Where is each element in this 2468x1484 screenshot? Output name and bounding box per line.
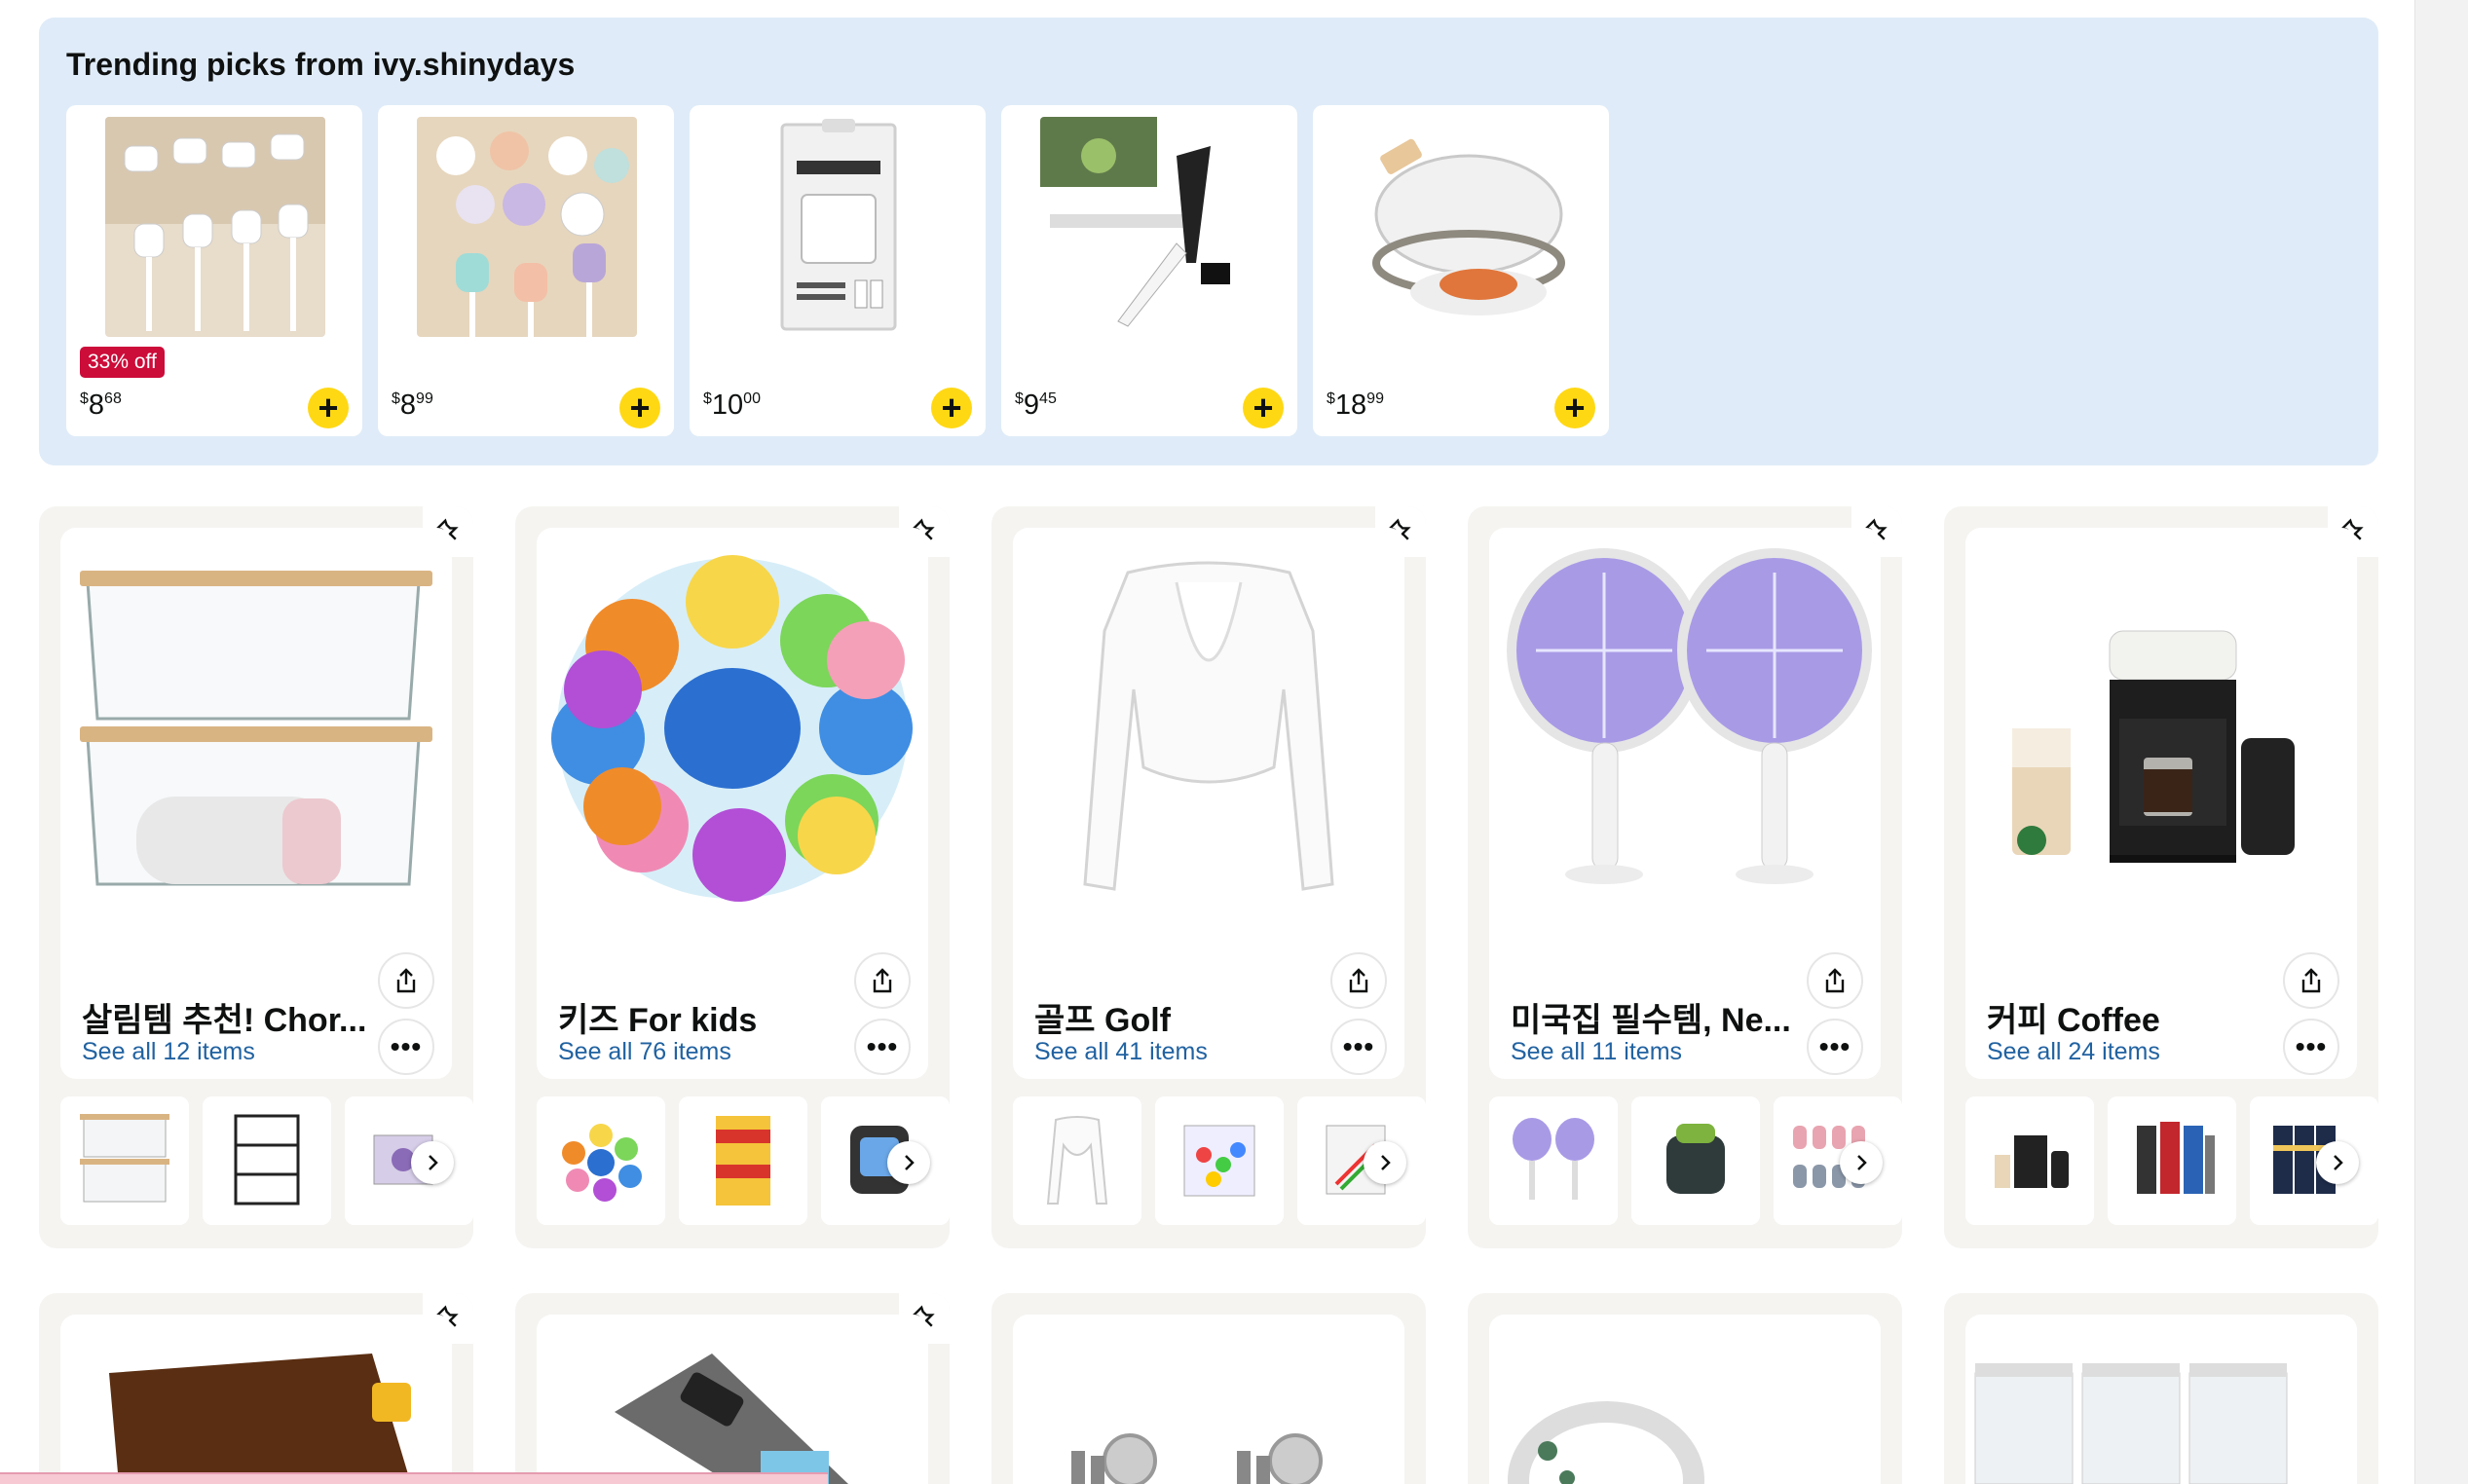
list-card[interactable]: 살림템 추천! Chor... See all 12 items ••• <box>39 506 473 1248</box>
see-all-link[interactable]: See all 11 items <box>1511 1038 1682 1066</box>
list-card[interactable]: 미국집 필수템, Ne... See all 11 items ••• <box>1468 506 1902 1248</box>
list-cover[interactable]: 골프 Golf See all 41 items ••• <box>1013 528 1404 1079</box>
price: $1899 <box>1327 390 1384 421</box>
bottom-banner-edge <box>0 1472 828 1484</box>
list-cover[interactable] <box>60 1315 452 1484</box>
discount-badge: 33% off <box>80 347 165 378</box>
see-all-link[interactable]: See all 41 items <box>1034 1038 1208 1066</box>
list-item-thumb[interactable] <box>1965 1096 2094 1225</box>
more-options-button[interactable]: ••• <box>1330 1019 1387 1075</box>
pastel-cable-clips-image <box>417 117 637 337</box>
trending-card[interactable]: 33% off $868 + <box>66 105 362 436</box>
share-icon[interactable] <box>2283 952 2339 1009</box>
list-item-thumb[interactable] <box>1631 1096 1760 1225</box>
chevron-right-icon[interactable] <box>2316 1141 2359 1184</box>
list-card[interactable] <box>1468 1293 1902 1484</box>
list-title[interactable]: 커피 Coffee <box>1987 993 2279 1041</box>
stanley-boot-set-image <box>729 117 949 337</box>
chevron-right-icon[interactable] <box>411 1141 454 1184</box>
list-cover[interactable]: 커피 Coffee See all 24 items ••• <box>1965 528 2357 1079</box>
list-item-thumb[interactable] <box>821 1096 950 1225</box>
trending-card[interactable]: $899 + <box>378 105 674 436</box>
chevron-right-icon[interactable] <box>1840 1141 1883 1184</box>
share-icon[interactable] <box>1330 952 1387 1009</box>
list-item-thumb[interactable] <box>1774 1096 1902 1225</box>
list-cover[interactable] <box>1965 1315 2357 1484</box>
list-card[interactable] <box>1944 1293 2378 1484</box>
more-options-button[interactable]: ••• <box>854 1019 911 1075</box>
list-item-thumb[interactable] <box>1489 1096 1618 1225</box>
list-cover[interactable]: 미국집 필수템, Ne... See all 11 items ••• <box>1489 528 1881 1079</box>
list-card[interactable] <box>515 1293 950 1484</box>
bug-zapper-rackets-image <box>1497 543 1873 904</box>
sauce-pouch-image <box>60 1315 452 1484</box>
list-cover[interactable] <box>537 1315 928 1484</box>
list-card[interactable]: 커피 Coffee See all 24 items ••• <box>1944 506 2378 1248</box>
scrollbar[interactable] <box>2414 0 2468 1484</box>
trending-card[interactable]: $1000 + <box>690 105 986 436</box>
list-title[interactable]: 골프 Golf <box>1034 993 1327 1041</box>
trending-title: Trending picks from ivy.shinydays <box>66 47 576 82</box>
food-scissors-image <box>1040 117 1260 337</box>
trending-card[interactable]: $945 + <box>1001 105 1297 436</box>
chevron-right-icon[interactable] <box>887 1141 930 1184</box>
share-icon[interactable] <box>854 952 911 1009</box>
storage-jars-image <box>1965 1315 2357 1484</box>
trending-card[interactable]: $1899 + <box>1313 105 1609 436</box>
price: $1000 <box>703 390 761 421</box>
list-item-thumb[interactable] <box>345 1096 473 1225</box>
share-icon[interactable] <box>1807 952 1863 1009</box>
list-item-thumb[interactable] <box>2108 1096 2236 1225</box>
see-all-link[interactable]: See all 12 items <box>82 1038 255 1066</box>
trending-picks-panel: Trending picks from ivy.shinydays 33% of… <box>39 18 2378 465</box>
ring-image <box>1489 1315 1881 1484</box>
list-cover[interactable]: 살림템 추천! Chor... See all 12 items ••• <box>60 528 452 1079</box>
share-icon[interactable] <box>378 952 434 1009</box>
see-all-link[interactable]: See all 24 items <box>1987 1038 2160 1066</box>
cable-clips-image <box>105 117 325 337</box>
list-item-thumb[interactable] <box>2250 1096 2378 1225</box>
list-card[interactable] <box>39 1293 473 1484</box>
add-to-cart-button[interactable]: + <box>308 388 349 428</box>
add-to-cart-button[interactable]: + <box>1554 388 1595 428</box>
more-options-button[interactable]: ••• <box>378 1019 434 1075</box>
list-title[interactable]: 살림템 추천! Chor... <box>82 993 374 1041</box>
food-cover-image <box>1352 117 1572 337</box>
list-item-thumb[interactable] <box>203 1096 331 1225</box>
white-shrug-image <box>1021 543 1397 904</box>
list-item-thumb[interactable] <box>1297 1096 1426 1225</box>
list-card[interactable]: 키즈 For kids See all 76 items ••• <box>515 506 950 1248</box>
list-item-thumb[interactable] <box>1155 1096 1284 1225</box>
storage-bins-image <box>68 543 444 904</box>
list-cover[interactable] <box>1013 1315 1404 1484</box>
coffee-machine-image <box>1973 543 2349 904</box>
list-item-thumb[interactable] <box>1013 1096 1141 1225</box>
more-options-button[interactable]: ••• <box>1807 1019 1863 1075</box>
price: $945 <box>1015 390 1057 421</box>
water-balloons-image <box>544 543 920 904</box>
price: $899 <box>392 390 433 421</box>
list-cover[interactable] <box>1489 1315 1881 1484</box>
list-item-thumb[interactable] <box>679 1096 807 1225</box>
list-card[interactable]: 골프 Golf See all 41 items ••• <box>991 506 1426 1248</box>
see-all-link[interactable]: See all 76 items <box>558 1038 731 1066</box>
list-title[interactable]: 키즈 For kids <box>558 993 850 1041</box>
price: $868 <box>80 390 122 421</box>
list-title[interactable]: 미국집 필수템, Ne... <box>1511 993 1803 1041</box>
list-item-thumb[interactable] <box>537 1096 665 1225</box>
add-to-cart-button[interactable]: + <box>619 388 660 428</box>
chevron-right-icon[interactable] <box>1364 1141 1406 1184</box>
list-cover[interactable]: 키즈 For kids See all 76 items ••• <box>537 528 928 1079</box>
add-to-cart-button[interactable]: + <box>1243 388 1284 428</box>
luggage-scale-image <box>537 1315 928 1484</box>
list-item-thumb[interactable] <box>60 1096 189 1225</box>
more-options-button[interactable]: ••• <box>2283 1019 2339 1075</box>
add-to-cart-button[interactable]: + <box>931 388 972 428</box>
watch-chargers-image <box>1013 1315 1404 1484</box>
list-card[interactable] <box>991 1293 1426 1484</box>
